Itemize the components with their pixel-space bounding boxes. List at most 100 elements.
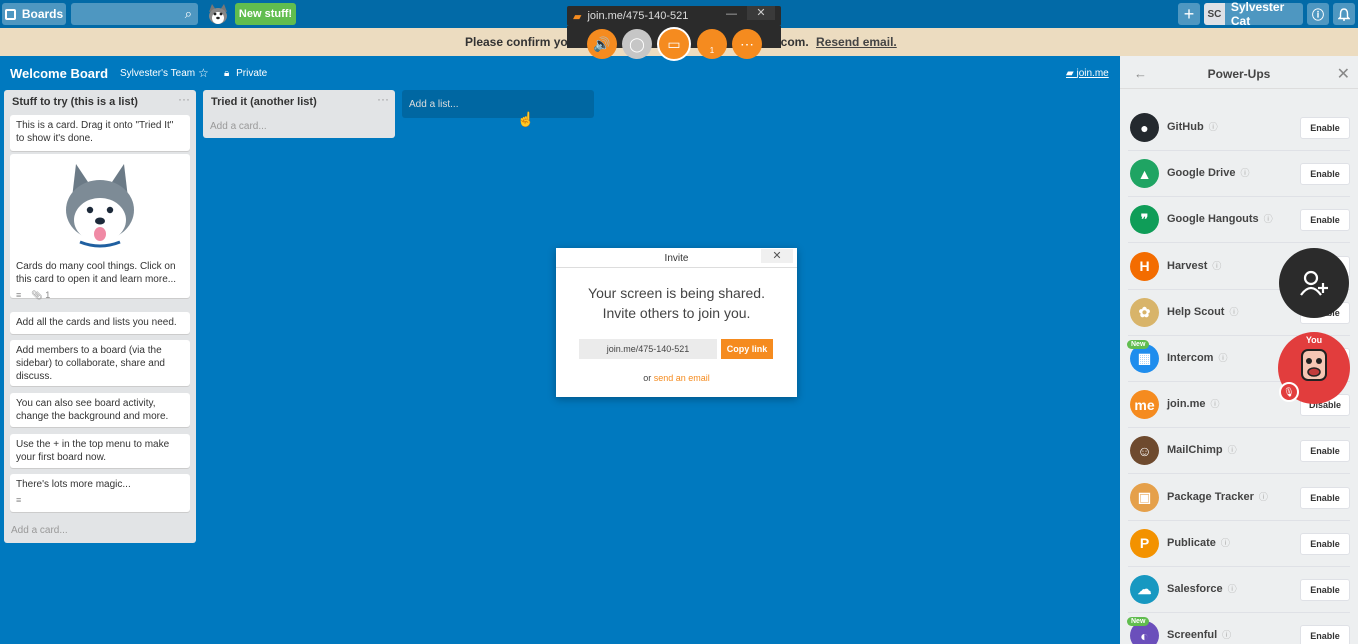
avatar: SC xyxy=(1204,3,1225,25)
powerup-toggle-button[interactable]: Enable xyxy=(1300,625,1350,644)
powerup-row: ◐ New Screenful ⓘ Enable xyxy=(1127,613,1350,644)
search-input[interactable]: ⌕ xyxy=(71,3,198,25)
card[interactable]: This is a card. Drag it onto "Tried It" … xyxy=(10,115,190,151)
member-menu-button[interactable]: SC Sylvester Cat xyxy=(1204,0,1303,28)
info-icon[interactable]: ⓘ xyxy=(1264,214,1273,224)
panel-title: Power-Ups xyxy=(1207,67,1271,81)
more-options-icon[interactable]: ⋯ xyxy=(732,29,762,59)
powerup-name: Help Scout ⓘ xyxy=(1167,305,1239,318)
powerup-logo-icon: ☺ xyxy=(1130,436,1159,466)
powerup-logo-icon: ▲ xyxy=(1130,159,1159,189)
minimize-button[interactable]: — xyxy=(726,8,737,20)
info-icon[interactable]: ⓘ xyxy=(1228,445,1237,455)
info-icon[interactable]: ⓘ xyxy=(1222,630,1231,640)
powerup-toggle-button[interactable]: Enable xyxy=(1300,486,1350,509)
close-icon[interactable]: ✕ xyxy=(1337,64,1350,84)
powerup-name: Package Tracker ⓘ xyxy=(1167,490,1268,503)
powerup-toggle-button[interactable]: Enable xyxy=(1300,440,1350,463)
audio-icon[interactable]: 🔊 xyxy=(587,29,617,59)
joinme-board-link[interactable]: ▰ join.me xyxy=(1066,68,1109,79)
chat-icon[interactable]: ◯ xyxy=(622,29,652,59)
add-participant-icon[interactable] xyxy=(1279,248,1349,318)
info-icon[interactable]: ⓘ xyxy=(1212,261,1221,271)
notifications-icon[interactable] xyxy=(1333,3,1355,25)
card[interactable]: Use the + in the top menu to make your f… xyxy=(10,434,190,468)
list-menu-icon[interactable]: ··· xyxy=(178,92,190,106)
board-title[interactable]: Welcome Board xyxy=(10,66,108,81)
powerup-row: ▲ Google Drive ⓘ Enable xyxy=(1128,151,1350,198)
board-team[interactable]: Sylvester's Team xyxy=(120,68,195,79)
powerup-name: MailChimp ⓘ xyxy=(1167,444,1237,457)
powerup-logo-icon: ▣ xyxy=(1130,482,1159,512)
add-card-button[interactable]: Add a card... xyxy=(210,121,267,132)
powerup-toggle-button[interactable]: Enable xyxy=(1300,532,1350,555)
powerup-row: P Publicate ⓘ Enable xyxy=(1128,521,1350,567)
info-icon[interactable]: ⓘ xyxy=(1209,122,1218,132)
list-menu-icon[interactable]: ··· xyxy=(377,92,389,106)
husky-mascot-image xyxy=(66,164,134,248)
close-button[interactable]: ✕ xyxy=(747,6,775,20)
info-icon[interactable]: ⓘ xyxy=(1307,3,1329,25)
info-icon[interactable]: ⓘ xyxy=(1218,353,1227,363)
microphone-muted-icon[interactable]: 🎙︎ xyxy=(1279,382,1299,402)
joinme-titlebar[interactable]: ▰ join.me/475-140-521 — ✕ xyxy=(567,6,781,26)
info-icon[interactable]: ⓘ xyxy=(1259,492,1268,502)
participant-count: 1 xyxy=(709,45,715,55)
banner-text-start: Please confirm you xyxy=(465,35,576,49)
info-icon[interactable]: ⓘ xyxy=(1221,538,1230,548)
joinme-small-icon: ▰ xyxy=(1066,68,1077,79)
create-button[interactable]: + xyxy=(1178,3,1200,25)
info-icon[interactable]: ⓘ xyxy=(1228,584,1237,594)
powerup-name: Salesforce ⓘ xyxy=(1167,583,1237,595)
add-list-button[interactable]: Add a list... xyxy=(402,90,594,118)
powerup-name: Google Drive ⓘ xyxy=(1167,167,1250,180)
powerup-row: ☁ Salesforce ⓘ Enable xyxy=(1128,567,1350,613)
new-badge: New xyxy=(1127,340,1150,349)
powerup-row: ☺ MailChimp ⓘ Enable xyxy=(1128,428,1350,475)
card[interactable]: There's lots more magic... ≡ xyxy=(10,474,190,512)
info-icon[interactable]: ⓘ xyxy=(1240,168,1249,178)
star-icon[interactable]: ☆ xyxy=(198,66,209,80)
info-icon[interactable]: ⓘ xyxy=(1229,307,1238,317)
send-email-link[interactable]: send an email xyxy=(654,373,710,383)
close-icon[interactable]: ✕ xyxy=(761,249,793,263)
powerup-name: GitHub ⓘ xyxy=(1167,121,1218,133)
card[interactable]: Add members to a board (via the sidebar)… xyxy=(10,340,190,386)
powerup-logo-icon: P xyxy=(1130,528,1159,558)
invite-email-line: or send an email xyxy=(643,373,710,383)
info-icon[interactable]: ⓘ xyxy=(1211,399,1220,409)
resend-email-link[interactable]: Resend email. xyxy=(816,35,897,49)
screen-share-icon[interactable]: ▭ xyxy=(657,27,691,61)
add-card-button[interactable]: Add a card... xyxy=(11,525,68,536)
powerup-row: ❞ Google Hangouts ⓘ Enable xyxy=(1128,197,1350,244)
boards-label: Boards xyxy=(21,7,64,21)
powerup-toggle-button[interactable]: Enable xyxy=(1300,117,1350,139)
powerup-row: ● GitHub ⓘ Enable xyxy=(1128,105,1350,151)
new-stuff-button[interactable]: New stuff! xyxy=(235,3,296,25)
user-name: Sylvester Cat xyxy=(1230,0,1285,28)
powerup-toggle-button[interactable]: Enable xyxy=(1300,579,1350,601)
joinme-logo-icon: ▰ xyxy=(573,10,582,23)
powerup-toggle-button[interactable]: Enable xyxy=(1300,163,1350,186)
card[interactable]: Add all the cards and lists you need. xyxy=(10,312,190,334)
invite-message: Your screen is being shared. Invite othe… xyxy=(588,285,765,321)
invite-url-field[interactable]: join.me/475-140-521 xyxy=(579,339,717,359)
copy-link-button[interactable]: Copy link xyxy=(721,339,773,359)
boards-icon xyxy=(4,8,16,20)
powerup-logo-icon: ❞ xyxy=(1130,205,1159,235)
card-with-image[interactable]: Cards do many cool things. Click on this… xyxy=(10,154,190,300)
powerup-logo-icon: ☁ xyxy=(1130,575,1159,604)
powerup-toggle-button[interactable]: Enable xyxy=(1300,209,1350,232)
visibility-button[interactable]: 🔒︎ Private xyxy=(224,68,267,79)
boards-button[interactable]: Boards xyxy=(2,3,66,25)
list-title[interactable]: Tried it (another list) xyxy=(211,96,317,108)
participants-icon[interactable]: 1 xyxy=(697,29,727,59)
card[interactable]: You can also see board activity, change … xyxy=(10,393,190,427)
description-icon: ≡ xyxy=(16,290,22,300)
powerup-logo-icon: H xyxy=(1130,251,1159,281)
attachment-icon: 📎︎ 1 xyxy=(31,290,51,300)
hand-cursor-icon: ☝ xyxy=(517,111,535,127)
taco-husky-icon[interactable] xyxy=(205,2,231,26)
list-title[interactable]: Stuff to try (this is a list) xyxy=(12,96,138,108)
powerup-name: Publicate ⓘ xyxy=(1167,536,1230,549)
